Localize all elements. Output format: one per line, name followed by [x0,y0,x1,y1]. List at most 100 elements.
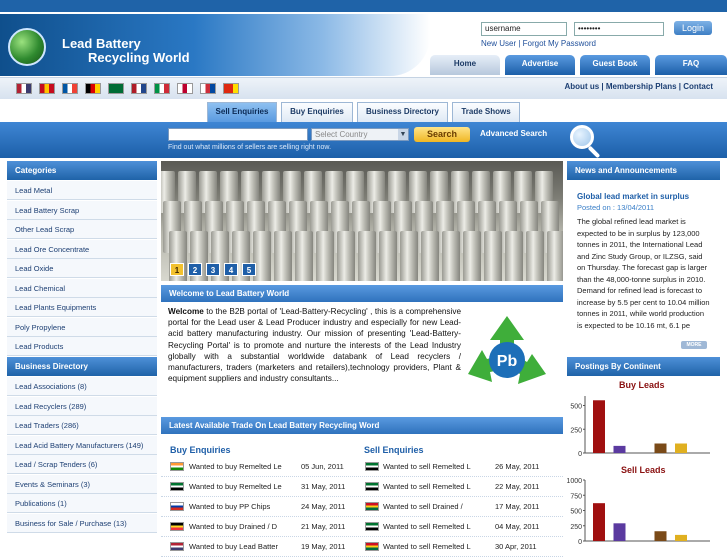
username-field[interactable]: username [481,22,567,36]
buy-enquiry-link[interactable]: Wanted to buy Lead Batter [189,542,278,551]
china-flag-icon[interactable] [223,83,239,94]
tab-advertise[interactable]: Advertise [505,55,575,75]
buy-enquiries-heading: Buy Enquiries [170,445,231,455]
chart-bar [593,400,605,453]
tab-sell-enquiries[interactable]: Sell Enquiries [207,102,277,122]
banner-cylinder [526,231,544,281]
banner-page-2[interactable]: 2 [188,263,202,276]
sidebar-item-business-for-sale-purchase-13[interactable]: Business for Sale / Purchase (13) [7,513,157,533]
usa-flag-icon[interactable] [16,83,32,94]
chart-bar [675,443,687,453]
top-links[interactable]: About us | Membership Plans | Contact [565,82,714,91]
banner-cylinder [505,231,523,281]
buy-enquiry-link[interactable]: Wanted to buy Remelted Le [189,462,282,471]
sidebar-item-lead-traders-286[interactable]: Lead Traders (286) [7,416,157,435]
germany-flag-icon[interactable] [85,83,101,94]
sell-enquiry-link[interactable]: Wanted to sell Remelted L [383,462,471,471]
country-flag-icon [365,522,379,531]
tab-business-directory[interactable]: Business Directory [357,102,448,122]
sidebar-item-lead-scrap-tenders-6[interactable]: Lead / Scrap Tenders (6) [7,455,157,474]
buy-leads-chart: 0 250 500 [570,396,710,457]
search-input[interactable] [168,128,308,141]
account-links[interactable]: New User | Forgot My Password [481,39,596,48]
tab-home[interactable]: Home [430,55,500,75]
news-headline[interactable]: Global lead market in surplus [577,192,689,201]
netherlands-flag-icon[interactable] [131,83,147,94]
sell-enquiry-link[interactable]: Wanted to sell Drained / [383,502,463,511]
tab-trade-shows[interactable]: Trade Shows [452,102,520,122]
banner-cylinder [274,231,292,281]
postings-header: Postings By Continent [567,357,720,376]
sidebar-item-lead-recyclers-289[interactable]: Lead Recyclers (289) [7,396,157,416]
news-date: Posted on : 13/04/2011 [577,203,655,212]
search-button[interactable]: Search [414,127,470,142]
sidebar-item-poly-propylene[interactable]: Poly Propylene [7,317,157,337]
welcome-text: Welcome to the B2B portal of 'Lead-Batte… [168,306,461,384]
korea-flag-icon[interactable] [200,83,216,94]
more-button[interactable]: MORE [681,341,707,349]
trade-row: Wanted to buy PP Chips 24 May, 2011 Wanted… [161,497,563,517]
tab-guest-book[interactable]: Guest Book [580,55,650,75]
y-tick-label: 500 [570,509,582,516]
sidebar-item-lead-ore-concentrate[interactable]: Lead Ore Concentrate [7,239,157,259]
main-tabs: Home Advertise Guest Book FAQ [430,55,727,75]
banner-page-1[interactable]: 1 [170,263,184,276]
sidebar-item-lead-products[interactable]: Lead Products [7,337,157,356]
sidebar-item-events-seminars-3[interactable]: Events & Seminars (3) [7,474,157,494]
advanced-search-link[interactable]: Advanced Search [480,129,547,138]
sell-enquiry-link[interactable]: Wanted to sell Remelted L [383,542,471,551]
buy-enquiry-date: 24 May, 2011 [301,502,346,511]
italy-flag-icon[interactable] [154,83,170,94]
sell-enquiry-date: 17 May, 2011 [495,502,540,511]
sell-enquiry-link[interactable]: Wanted to sell Remelted L [383,482,471,491]
login-button[interactable]: Login [674,21,712,35]
country-flag-icon [365,502,379,511]
sell-enquiries-heading: Sell Enquiries [364,445,424,455]
sell-enquiry-date: 04 May, 2011 [495,522,540,531]
sidebar-item-lead-plants-equipments[interactable]: Lead Plants Equipments [7,298,157,317]
sidebar-item-lead-metal[interactable]: Lead Metal [7,181,157,200]
tab-faq[interactable]: FAQ [655,55,727,75]
banner-page-5[interactable]: 5 [242,263,256,276]
chart-bar [613,523,626,541]
sidebar-item-lead-battery-scrap[interactable]: Lead Battery Scrap [7,200,157,220]
chart-bar [654,443,667,453]
news-header: News and Announcements [567,161,720,180]
country-flag-icon [365,462,379,471]
sell-enquiry-link[interactable]: Wanted to sell Remelted L [383,522,471,531]
sidebar-item-publications-1[interactable]: Publications (1) [7,494,157,513]
sidebar-item-lead-chemical[interactable]: Lead Chemical [7,278,157,298]
y-tick-label: 0 [578,539,582,545]
sidebar-item-other-lead-scrap[interactable]: Other Lead Scrap [7,220,157,239]
buy-enquiry-link[interactable]: Wanted to buy Remelted Le [189,482,282,491]
sell-enquiry-date: 26 May, 2011 [495,462,540,471]
pb-recycle-logo-icon: Pb [468,316,546,384]
banner-cylinder [337,231,355,281]
chart-bar [654,531,667,541]
buy-enquiry-link[interactable]: Wanted to buy Drained / D [189,522,277,531]
hero-banner-image [161,161,563,281]
trade-row: Wanted to buy Remelted Le 05 Jun, 2011 Wan… [161,457,563,477]
sell-enquiry-date: 30 Apr, 2011 [495,542,537,551]
y-tick-label: 500 [570,404,582,411]
france-flag-icon[interactable] [62,83,78,94]
search-hint: Find out what millions of sellers are se… [168,144,332,151]
banner-page-3[interactable]: 3 [206,263,220,276]
sell-leads-chart-title: Sell Leads [621,465,666,475]
spain-flag-icon[interactable] [39,83,55,94]
sidebar-item-lead-acid-battery-manufacturers-149[interactable]: Lead Acid Battery Manufacturers (149) [7,435,157,455]
buy-enquiry-link[interactable]: Wanted to buy PP Chips [189,502,270,511]
country-select[interactable]: Select Country ▼ [311,128,409,141]
banner-cylinder [421,231,439,281]
password-field[interactable]: •••••••• [574,22,664,36]
banner-page-4[interactable]: 4 [224,263,238,276]
country-flag-icon [365,482,379,491]
japan-flag-icon[interactable] [177,83,193,94]
buy-enquiry-date: 05 Jun, 2011 [301,462,344,471]
logo-text-line2: Recycling World [88,50,190,65]
saudi-flag-icon[interactable] [108,83,124,94]
sidebar-item-lead-associations-8[interactable]: Lead Associations (8) [7,377,157,396]
sidebar-item-lead-oxide[interactable]: Lead Oxide [7,259,157,278]
welcome-body: to the B2B portal of 'Lead-Battery-Recyc… [168,307,461,384]
tab-buy-enquiries[interactable]: Buy Enquiries [281,102,353,122]
